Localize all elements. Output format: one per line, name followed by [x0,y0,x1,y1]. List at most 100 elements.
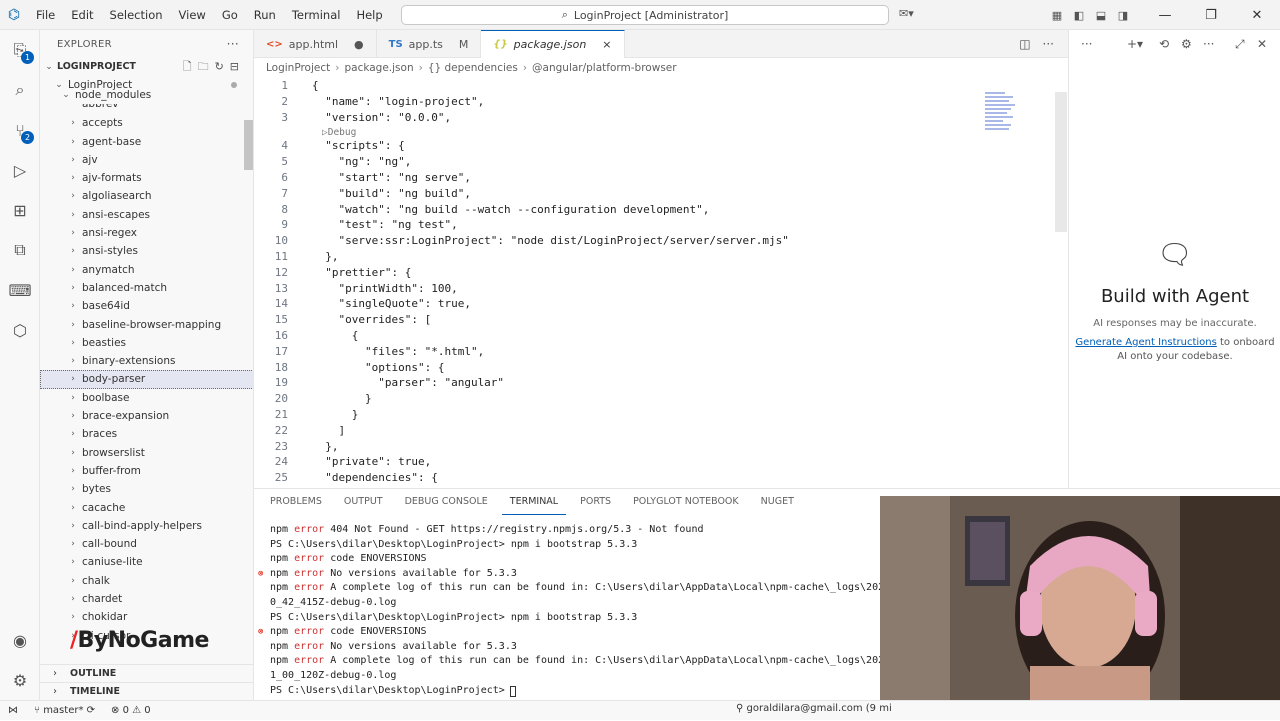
tree-item-ansi-styles[interactable]: › ansi-styles [40,242,253,260]
more-actions-icon[interactable]: ··· [1203,37,1214,51]
tab-package-json[interactable]: {} package.json × [481,30,625,58]
breadcrumb-item[interactable]: package.json [344,62,413,74]
tree-item-anymatch[interactable]: › anymatch [40,261,253,279]
breadcrumb-item[interactable]: {} dependencies [428,62,518,74]
tree-item-braces[interactable]: › braces [40,425,253,443]
remote-explorer-icon[interactable]: ⧉ [8,238,32,262]
tree-item-call-bound[interactable]: › call-bound [40,535,253,553]
settings-gear-icon[interactable]: ⚙ [8,668,32,692]
tree-item-chokidar[interactable]: › chokidar [40,608,253,626]
close-icon[interactable]: ✕ [1257,37,1267,51]
tree-item-base64id[interactable]: › base64id [40,297,253,315]
tree-item-chardet[interactable]: › chardet [40,590,253,608]
code-editor[interactable]: 1 {2 "name": "login-project", 3 "version":… [254,78,1054,486]
tree-item-accepts[interactable]: › accepts [40,114,253,132]
history-icon[interactable]: ⟲ [1159,37,1169,51]
settings-gear-icon[interactable]: ⚙ [1181,37,1192,51]
new-chat-icon[interactable]: +▾ [1127,37,1143,51]
panel-tab-output[interactable]: OUTPUT [336,489,391,515]
new-folder-icon[interactable]: 🗀 [198,58,209,76]
tree-item-caniuse-lite[interactable]: › caniuse-lite [40,553,253,571]
folder-node-modules[interactable]: ⌄ node_modules [40,86,253,104]
tree-item-call-bind-apply-helpers[interactable]: › call-bind-apply-helpers [40,517,253,535]
tree-item-agent-base[interactable]: › agent-base [40,133,253,151]
collapse-all-icon[interactable]: ⊟ [230,58,239,76]
panel-tab-debug-console[interactable]: DEBUG CONSOLE [397,489,496,515]
containers-icon[interactable]: ⬡ [8,318,32,342]
menu-item-terminal[interactable]: Terminal [284,0,349,30]
account-icon[interactable]: ◉ [8,628,32,652]
panel-tab-ports[interactable]: PORTS [572,489,619,515]
panel-tab-nuget[interactable]: NUGET [753,489,802,515]
menu-item-run[interactable]: Run [246,0,284,30]
tree-item-binary-extensions[interactable]: › binary-extensions [40,352,253,370]
workspace-root[interactable]: ⌄ LOGINPROJECT 🗋 🗀 ↻ ⊟ [40,58,253,76]
more-actions-icon[interactable]: ··· [1081,37,1092,51]
minimize-icon[interactable]: — [1142,8,1188,23]
explorer-icon[interactable]: ⎘ 1 [8,38,34,64]
tree-item-brace-expansion[interactable]: › brace-expansion [40,407,253,425]
remote-indicator-icon[interactable]: ⋈ [0,701,26,721]
layout-customize-icon[interactable]: ▦ [1046,9,1068,22]
source-control-icon[interactable]: ⑂ 2 [8,118,34,144]
tree-item-baseline-browser-mapping[interactable]: › baseline-browser-mapping [40,316,253,334]
tree-item-browserslist[interactable]: › browserslist [40,444,253,462]
account-status[interactable]: ⚲ goraldilara@gmail.com (9 mi [736,703,892,714]
new-file-icon[interactable]: 🗋 [183,58,192,76]
tree-item-body-parser[interactable]: › body-parser [40,370,253,389]
tree-item-buffer-from[interactable]: › buffer-from [40,462,253,480]
extensions-icon[interactable]: ⊞ [8,198,32,222]
list-item[interactable]: abbrev [40,104,253,114]
panel-tab-polyglot-notebook[interactable]: POLYGLOT NOTEBOOK [625,489,747,515]
copilot-icon[interactable]: ✉▾ [899,7,914,20]
timeline-section[interactable]: › TIMELINE [40,682,253,700]
sidebar-scrollbar[interactable] [244,120,253,170]
close-tab-icon[interactable]: × [602,38,611,51]
menu-item-help[interactable]: Help [348,0,390,30]
tree-item-chalk[interactable]: › chalk [40,572,253,590]
menu-item-go[interactable]: Go [214,0,246,30]
breadcrumb-item[interactable]: LoginProject [266,62,330,74]
more-actions-icon[interactable]: ··· [227,37,239,51]
more-actions-icon[interactable]: ··· [1043,37,1054,51]
maximize-icon[interactable]: ⤢ [1235,37,1245,52]
tree-item-cacache[interactable]: › cacache [40,499,253,517]
toggle-panel-icon[interactable]: ⬓ [1090,9,1112,22]
menu-item-view[interactable]: View [171,0,214,30]
menu-item-file[interactable]: File [28,0,63,30]
tree-item-beasties[interactable]: › beasties [40,334,253,352]
tree-item-ansi-escapes[interactable]: › ansi-escapes [40,206,253,224]
tree-item-ajv-formats[interactable]: › ajv-formats [40,169,253,187]
tab-app-ts[interactable]: TS app.ts M [377,30,482,58]
run-debug-icon[interactable]: ▷ [8,158,32,182]
editor-scrollbar[interactable] [1055,92,1067,232]
tree-item-algoliasearch[interactable]: › algoliasearch [40,187,253,205]
terminal-output[interactable]: npm error 404 Not Found - GET https://re… [254,523,880,701]
restore-icon[interactable]: ❐ [1188,8,1234,23]
tree-item-boolbase[interactable]: › boolbase [40,389,253,407]
tree-item-ajv[interactable]: › ajv [40,151,253,169]
tree-item-ansi-regex[interactable]: › ansi-regex [40,224,253,242]
panel-tab-terminal[interactable]: TERMINAL [501,489,567,515]
breadcrumb-item[interactable]: @angular/platform-browser [532,62,677,74]
tree-item-bytes[interactable]: › bytes [40,480,253,498]
branch-indicator[interactable]: ⑂ master* ⟳ [26,705,103,716]
toggle-secondary-sidebar-icon[interactable]: ◨ [1112,9,1134,22]
menu-item-selection[interactable]: Selection [102,0,171,30]
search-activity-icon[interactable]: ⌕ [8,78,32,102]
tree-item-balanced-match[interactable]: › balanced-match [40,279,253,297]
generate-instructions-link[interactable]: Generate Agent Instructions [1075,337,1216,348]
menu-item-edit[interactable]: Edit [63,0,101,30]
toggle-sidebar-icon[interactable]: ◧ [1068,9,1090,22]
refresh-icon[interactable]: ↻ [215,58,224,76]
minimap[interactable] [985,92,1025,152]
command-center[interactable]: ⌕ LoginProject [Administrator] [401,5,889,25]
close-window-icon[interactable]: ✕ [1234,8,1280,23]
debug-codelens[interactable]: ▷Debug [322,127,356,138]
tab-app-html[interactable]: <> app.html ● [254,30,377,58]
outline-section[interactable]: › OUTLINE [40,664,253,682]
problems-indicator[interactable]: ⊗ 0 ⚠ 0 [103,705,159,716]
panel-tab-problems[interactable]: PROBLEMS [262,489,330,515]
split-editor-icon[interactable]: ◫ [1019,37,1030,51]
chat-activity-icon[interactable]: ⌨ [8,278,32,302]
